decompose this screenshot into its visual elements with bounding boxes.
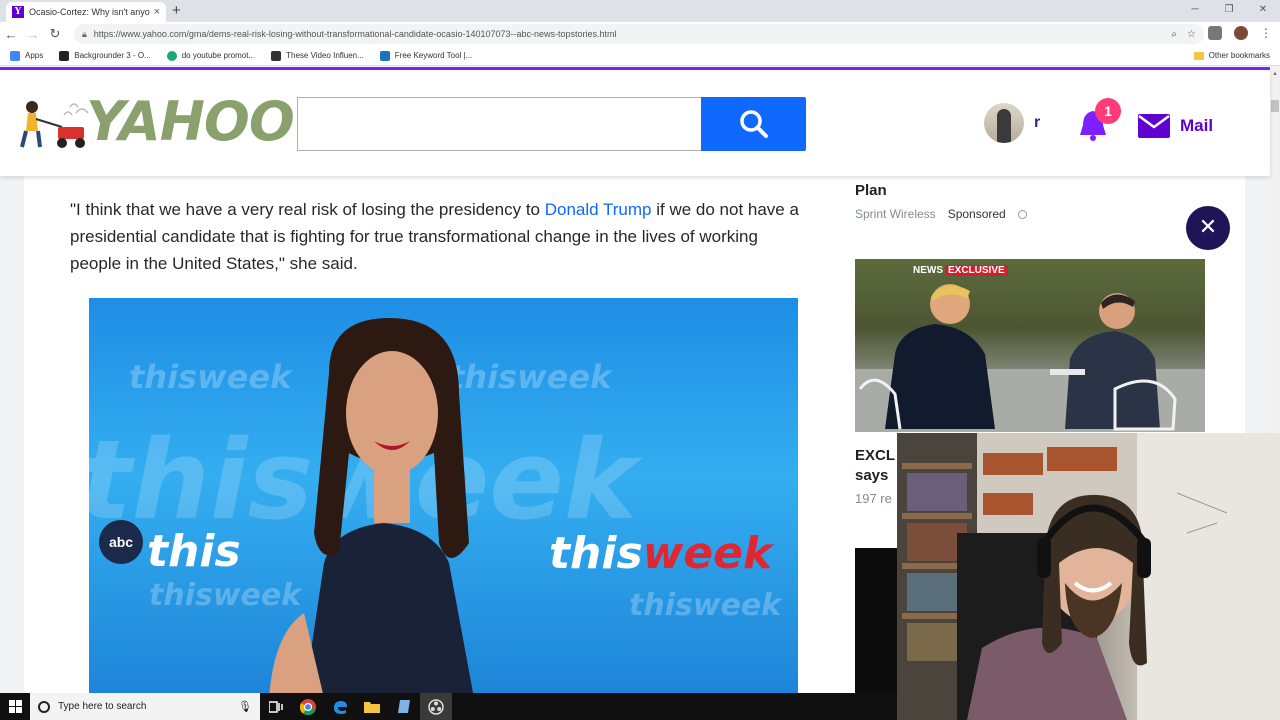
interview-scene xyxy=(855,284,1205,432)
tab-bar: Y Ocasio-Cortez: Why isn't anyone × + ─ … xyxy=(0,0,1280,22)
bookmark-backgrounder[interactable]: Backgrounder 3 - O... xyxy=(59,50,151,61)
tab-close-button[interactable]: × xyxy=(154,6,160,18)
address-bar[interactable]: 🔒︎ https://www.yahoo.com/gma/dems-real-r… xyxy=(74,24,1204,44)
forward-icon[interactable]: → xyxy=(22,27,44,42)
abc-news-exclusive-tag: NEWS EXCLUSIVE xyxy=(913,265,1008,276)
browser-tab[interactable]: Y Ocasio-Cortez: Why isn't anyone × xyxy=(6,2,166,22)
bookmark-favicon-icon xyxy=(379,50,390,61)
notification-badge: 1 xyxy=(1095,98,1121,124)
apps-grid-icon xyxy=(10,50,20,61)
edge-icon[interactable] xyxy=(324,693,356,720)
photo-watermark: this xyxy=(147,526,241,577)
webcam-overlay xyxy=(897,433,1280,720)
bookmark-label: These Video Influen... xyxy=(286,51,364,60)
bookmark-favicon-icon xyxy=(59,50,70,61)
taskbar-search-placeholder: Type here to search xyxy=(58,701,147,712)
news-network-label: NEWS xyxy=(913,265,943,276)
bookmark-apps[interactable]: Apps xyxy=(10,50,44,61)
headline-line: says xyxy=(855,467,889,484)
menu-kebab-icon[interactable]: ⋮ xyxy=(1260,26,1272,40)
bookmark-label: Apps xyxy=(25,51,44,60)
file-explorer-icon[interactable] xyxy=(356,693,388,720)
photo-watermark: thisweek xyxy=(629,588,782,623)
headline-line: EXCL xyxy=(855,447,896,464)
scrollbar-thumb[interactable] xyxy=(1271,100,1279,112)
close-window-button[interactable]: ✕ xyxy=(1246,0,1280,20)
news-headline[interactable]: EXCL says xyxy=(855,446,895,486)
ad-choices-icon[interactable] xyxy=(1017,209,1027,219)
extension-icon[interactable] xyxy=(1208,26,1222,40)
bookmark-label: Free Keyword Tool |... xyxy=(394,51,473,60)
search-icon xyxy=(739,110,768,138)
task-view-icon[interactable] xyxy=(260,693,292,720)
close-button[interactable]: ✕ xyxy=(1186,206,1230,250)
mail-label: Mail xyxy=(1180,116,1214,135)
zoom-icon[interactable]: ⌕ xyxy=(1171,29,1177,40)
bookmark-label: do youtube promot... xyxy=(181,51,256,60)
other-bookmarks-label: Other bookmarks xyxy=(1208,51,1270,60)
windows-taskbar: Type here to search 🎙︎ xyxy=(0,693,897,720)
back-icon[interactable]: ← xyxy=(0,27,22,42)
bookmark-keyword-tool[interactable]: Free Keyword Tool |... xyxy=(379,50,473,61)
bookmark-label: Backgrounder 3 - O... xyxy=(74,51,151,60)
webcam-scene xyxy=(897,433,1280,720)
profile-avatar-icon[interactable] xyxy=(1234,26,1248,40)
abc-logo: abc xyxy=(99,520,143,564)
thisweek-logo-week: week xyxy=(642,528,773,579)
sponsor-name[interactable]: Sprint Wireless xyxy=(855,207,936,221)
lock-icon: 🔒︎ xyxy=(82,28,87,39)
article-paragraph: "I think that we have a very real risk o… xyxy=(70,196,810,277)
thisweek-logo: thisweek xyxy=(549,528,772,579)
avatar xyxy=(984,103,1024,143)
scroll-up-icon[interactable]: ▲ xyxy=(1272,71,1278,77)
lawnmower-doodle-icon xyxy=(20,101,89,148)
user-profile[interactable]: r xyxy=(984,103,1040,143)
bookmark-video-influencers[interactable]: These Video Influen... xyxy=(271,50,364,61)
paragraph-text-start: "I think that we have a very real risk o… xyxy=(70,200,545,219)
yahoo-header: YAHOO! r 1 Mail xyxy=(0,70,1270,176)
chrome-icon[interactable] xyxy=(292,693,324,720)
obs-icon[interactable] xyxy=(420,693,452,720)
taskbar-search[interactable]: Type here to search 🎙︎ xyxy=(30,693,260,720)
bookmarks-bar: Apps Backgrounder 3 - O... do youtube pr… xyxy=(0,46,1280,66)
start-button[interactable] xyxy=(0,693,30,720)
cortana-icon xyxy=(38,700,50,713)
search-input[interactable] xyxy=(297,97,702,151)
microphone-icon[interactable]: 🎙︎ xyxy=(238,700,252,713)
bookmark-star-icon[interactable]: ☆ xyxy=(1187,29,1196,40)
sponsor-line: Sprint Wireless Sponsored xyxy=(855,207,1027,221)
yahoo-favicon-icon: Y xyxy=(12,6,24,18)
url-text[interactable]: https://www.yahoo.com/gma/dems-real-risk… xyxy=(94,29,1172,39)
article-photo: thisweek thisweek thisweek thisweek this… xyxy=(89,298,798,693)
news-exclusive-image[interactable]: NEWS EXCLUSIVE xyxy=(855,259,1205,432)
windows-logo-icon xyxy=(8,700,22,713)
mail-icon xyxy=(1138,114,1170,138)
restore-button[interactable]: ❐ xyxy=(1212,0,1246,20)
yahoo-logo[interactable]: YAHOO! xyxy=(86,90,318,153)
tab-title: Ocasio-Cortez: Why isn't anyone xyxy=(29,7,150,17)
bookmark-youtube-promo[interactable]: do youtube promot... xyxy=(166,50,256,61)
donald-trump-link[interactable]: Donald Trump xyxy=(545,200,652,219)
user-name: r xyxy=(1034,114,1041,131)
other-bookmarks[interactable]: Other bookmarks xyxy=(1193,51,1270,60)
new-tab-button[interactable]: + xyxy=(172,2,181,19)
thisweek-logo-this: this xyxy=(549,528,643,579)
browser-toolbar: ← → ↻ 🔒︎ https://www.yahoo.com/gma/dems-… xyxy=(0,22,1280,46)
search-button[interactable] xyxy=(701,97,806,151)
minimize-button[interactable]: ─ xyxy=(1178,0,1212,20)
ad-title[interactable]: Plan xyxy=(855,181,887,200)
app-icon[interactable] xyxy=(388,693,420,720)
bookmark-favicon-icon xyxy=(166,50,177,61)
reload-icon[interactable]: ↻ xyxy=(44,26,66,42)
woman-speaking-figure xyxy=(269,318,474,693)
reactions-count: 197 re xyxy=(855,491,892,506)
window-controls: ─ ❐ ✕ xyxy=(1178,0,1280,20)
exclusive-label: EXCLUSIVE xyxy=(945,265,1008,276)
folder-icon xyxy=(1193,51,1204,60)
bookmark-favicon-icon xyxy=(271,50,282,61)
sponsored-label: Sponsored xyxy=(947,207,1006,221)
mail-link[interactable]: Mail xyxy=(1138,114,1213,138)
